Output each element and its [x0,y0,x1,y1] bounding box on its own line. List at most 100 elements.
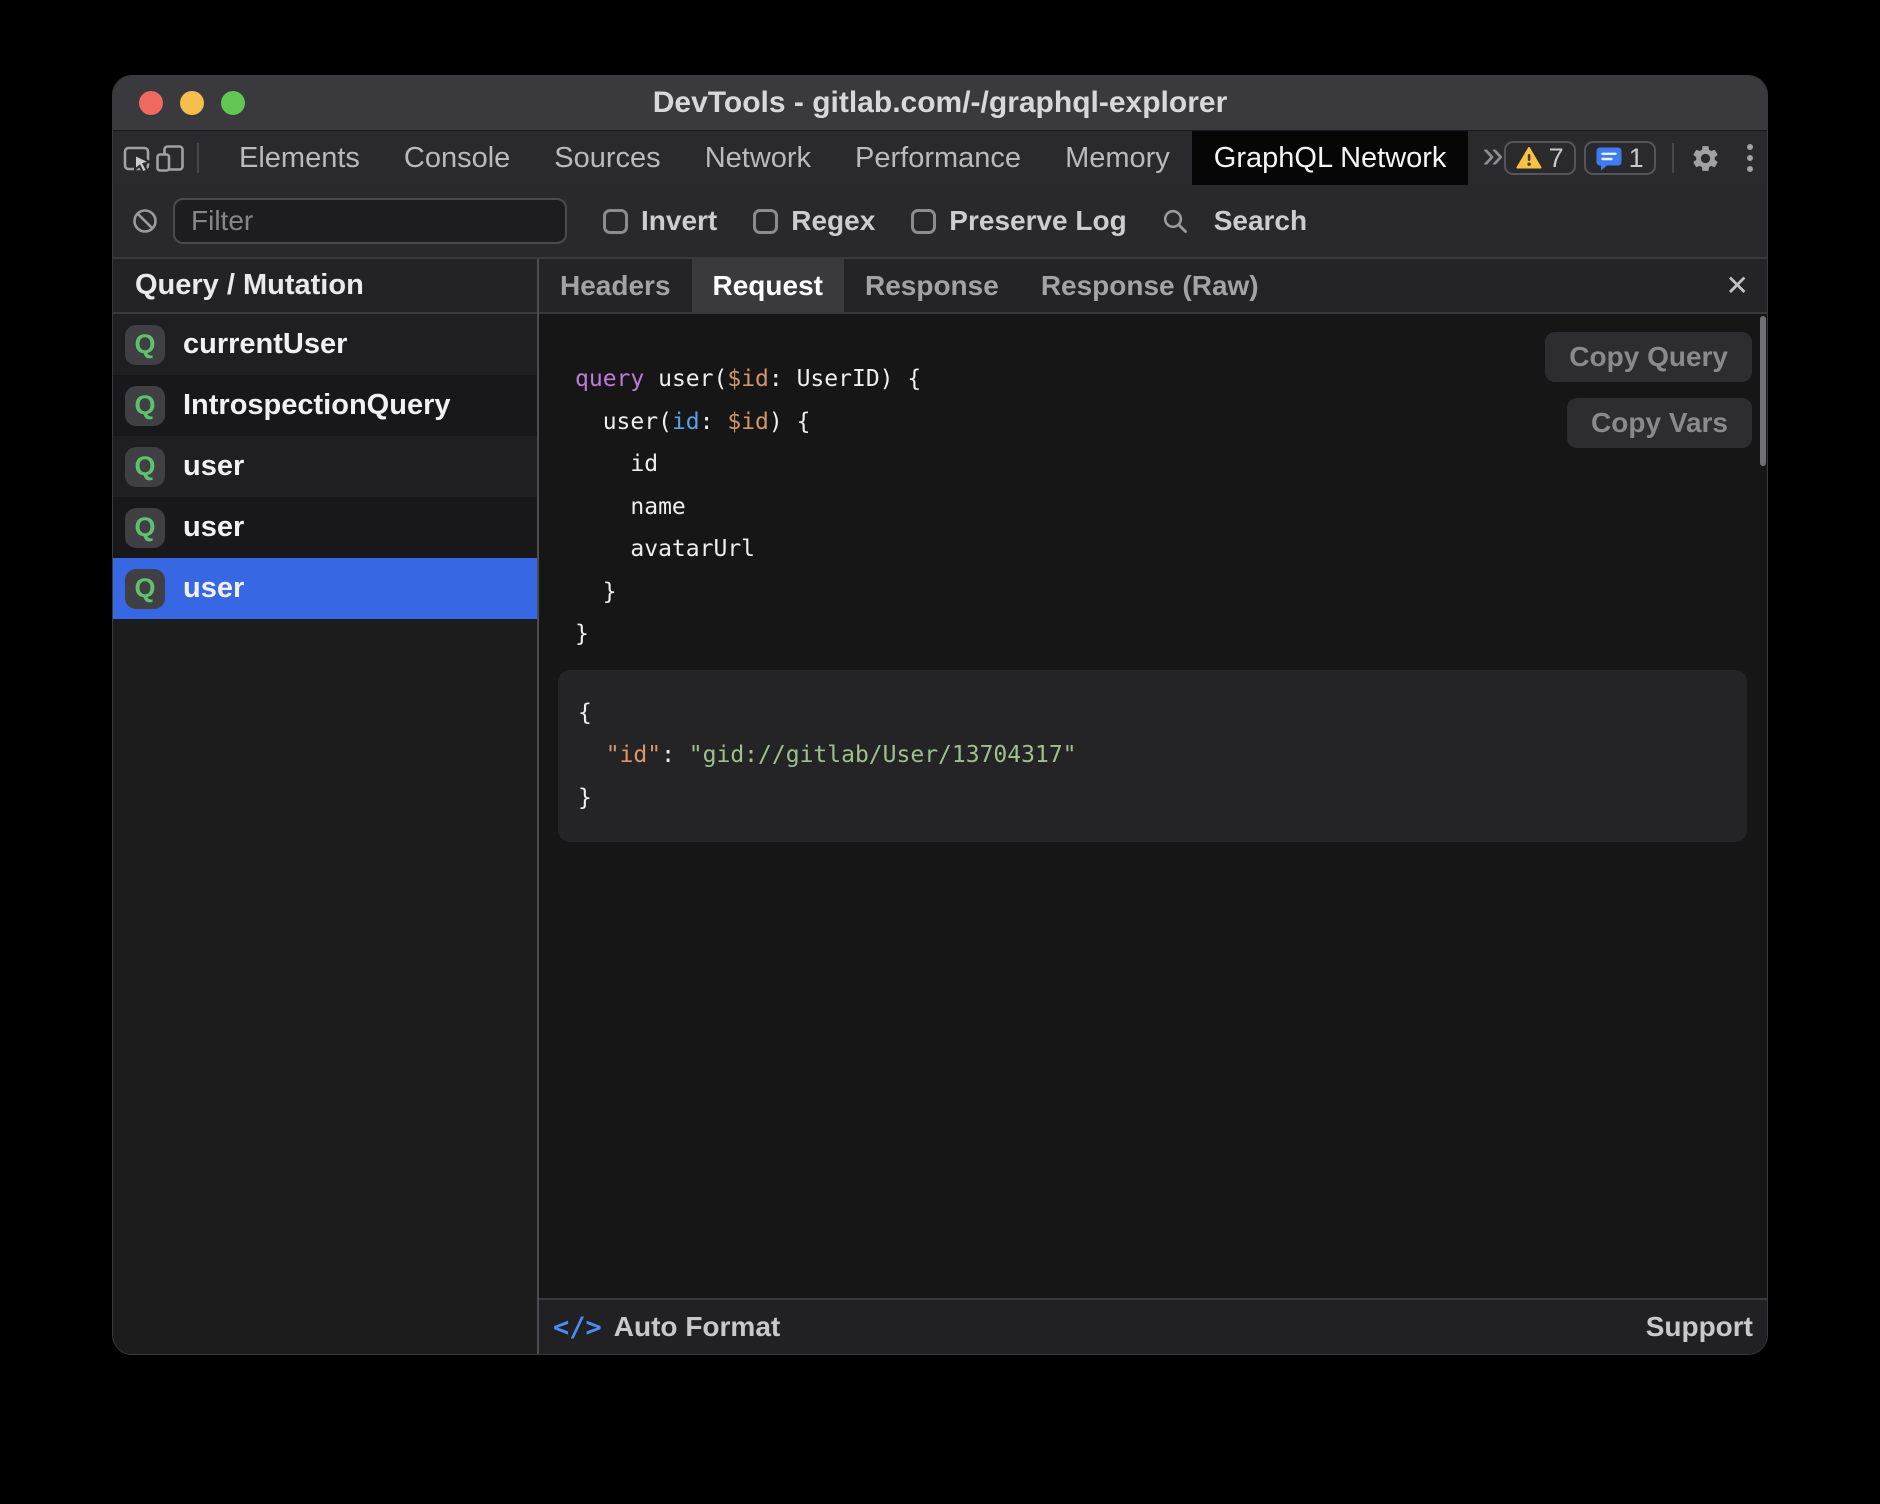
checkbox-invert[interactable] [603,209,628,234]
checkbox-group-regex: Regex [753,205,875,237]
code-line: "id": "gid://gitlab/User/13704317" [578,734,1747,777]
traffic-lights [139,76,245,130]
request-item-user[interactable]: Quser [113,436,537,497]
variables-box: { "id": "gid://gitlab/User/13704317"} [558,670,1747,842]
inspect-element-icon[interactable] [121,131,154,185]
request-item-label: user [183,511,244,544]
chat-bubble-icon [1596,146,1622,171]
toolbar-right-separator [1672,143,1674,173]
detail-tab-response[interactable]: Response [844,259,1020,312]
panel-tabs: ElementsConsoleSourcesNetworkPerformance… [217,131,1468,185]
detail-tabs: HeadersRequestResponseResponse (Raw) [539,259,1280,312]
code-token: ) { [769,409,811,435]
filter-input[interactable] [173,198,567,244]
tab-graphql-network[interactable]: GraphQL Network [1192,131,1469,185]
code-token: avatarUrl [575,536,755,562]
code-line: } [575,613,1767,656]
close-window-button[interactable] [139,91,163,115]
code-token: name [575,494,686,520]
request-sidebar: Query / Mutation QcurrentUserQIntrospect… [113,259,537,1354]
devtools-toolbar: ElementsConsoleSourcesNetworkPerformance… [113,130,1767,185]
support-link[interactable]: Support [1646,1311,1753,1343]
code-token: : UserID) { [769,366,921,392]
request-item-currentuser[interactable]: QcurrentUser [113,314,537,375]
settings-gear-icon[interactable] [1690,143,1721,174]
code-token [578,742,606,768]
request-item-introspectionquery[interactable]: Q IntrospectionQuery [113,375,537,436]
detail-tabs-bar: HeadersRequestResponseResponse (Raw) ✕ [539,259,1767,314]
filter-checkboxes: Invert Regex Preserve Log [567,205,1127,237]
tab-console[interactable]: Console [382,131,532,185]
code-token: "id" [606,742,661,768]
message-count: 1 [1629,143,1644,174]
minimize-window-button[interactable] [180,91,204,115]
sidebar-header: Query / Mutation [113,259,537,314]
warning-count: 7 [1549,143,1564,174]
code-line: id [575,443,1767,486]
code-token: "gid://gitlab/User/13704317" [689,742,1077,768]
checkbox-preserve-log[interactable] [911,209,936,234]
maximize-window-button[interactable] [221,91,245,115]
panel-footer: </> Auto Format Support [539,1298,1767,1354]
request-item-label: IntrospectionQuery [183,389,451,422]
window-title: DevTools - gitlab.com/-/graphql-explorer [653,86,1228,120]
messages-badge[interactable]: 1 [1584,141,1656,175]
code-token: } [575,579,617,605]
device-toolbar-icon[interactable] [154,131,187,185]
request-item-user[interactable]: Quser [113,497,537,558]
detail-tab-request[interactable]: Request [692,259,844,312]
more-tabs-button[interactable]: » [1482,136,1503,174]
clear-block-icon[interactable] [131,207,159,235]
code-token: id [575,451,658,477]
query-type-badge: Q [125,447,165,487]
devtools-window: DevTools - gitlab.com/-/graphql-explorer… [112,75,1768,1355]
code-token: user( [644,366,727,392]
request-tab-content: query user($id: UserID) { user(id: $id) … [539,314,1767,1298]
tab-network[interactable]: Network [683,131,833,185]
tab-memory[interactable]: Memory [1043,131,1192,185]
tab-performance[interactable]: Performance [833,131,1043,185]
scrollbar-thumb[interactable] [1760,316,1766,466]
code-token: id [672,409,700,435]
copy-query-button[interactable]: Copy Query [1545,332,1752,382]
search-label: Search [1214,205,1307,237]
checkbox-regex[interactable] [753,209,778,234]
copy-vars-button[interactable]: Copy Vars [1567,398,1752,448]
close-panel-button[interactable]: ✕ [1726,259,1749,312]
request-item-label: user [183,572,244,605]
request-item-label: user [183,450,244,483]
content-area: Query / Mutation QcurrentUserQIntrospect… [113,259,1767,1354]
search-icon [1161,207,1189,235]
code-line: { [578,692,1747,735]
checkbox-label-preserve-log: Preserve Log [949,205,1126,237]
query-type-badge: Q [125,325,165,365]
request-item-label: currentUser [183,328,347,361]
query-type-badge: Q [125,508,165,548]
tab-elements[interactable]: Elements [217,131,382,185]
checkbox-label-regex: Regex [791,205,875,237]
warning-triangle-icon [1516,146,1542,170]
checkbox-group-invert: Invert [603,205,717,237]
filter-bar: Invert Regex Preserve Log Search [113,185,1767,259]
kebab-menu-icon[interactable] [1745,142,1755,174]
query-type-badge: Q [125,386,165,426]
code-token: query [575,366,644,392]
search-toggle[interactable]: Search [1161,205,1307,237]
code-token: $id [727,366,769,392]
warnings-badge[interactable]: 7 [1504,141,1576,175]
code-format-icon: </> [553,1312,602,1343]
detail-tab-response-raw[interactable]: Response (Raw) [1020,259,1280,312]
code-token: user( [575,409,672,435]
request-item-user[interactable]: Quser [113,558,537,619]
code-line: } [575,571,1767,614]
tab-sources[interactable]: Sources [532,131,682,185]
code-line: avatarUrl [575,528,1767,571]
code-token: $id [727,409,769,435]
screen: DevTools - gitlab.com/-/graphql-explorer… [0,0,1880,1504]
toolbar-right-cluster: 7 1 [1504,141,1755,175]
code-token: : [661,742,689,768]
detail-tab-headers[interactable]: Headers [539,259,692,312]
code-token: { [578,700,592,726]
checkbox-label-invert: Invert [641,205,717,237]
auto-format-button[interactable]: Auto Format [614,1311,780,1343]
